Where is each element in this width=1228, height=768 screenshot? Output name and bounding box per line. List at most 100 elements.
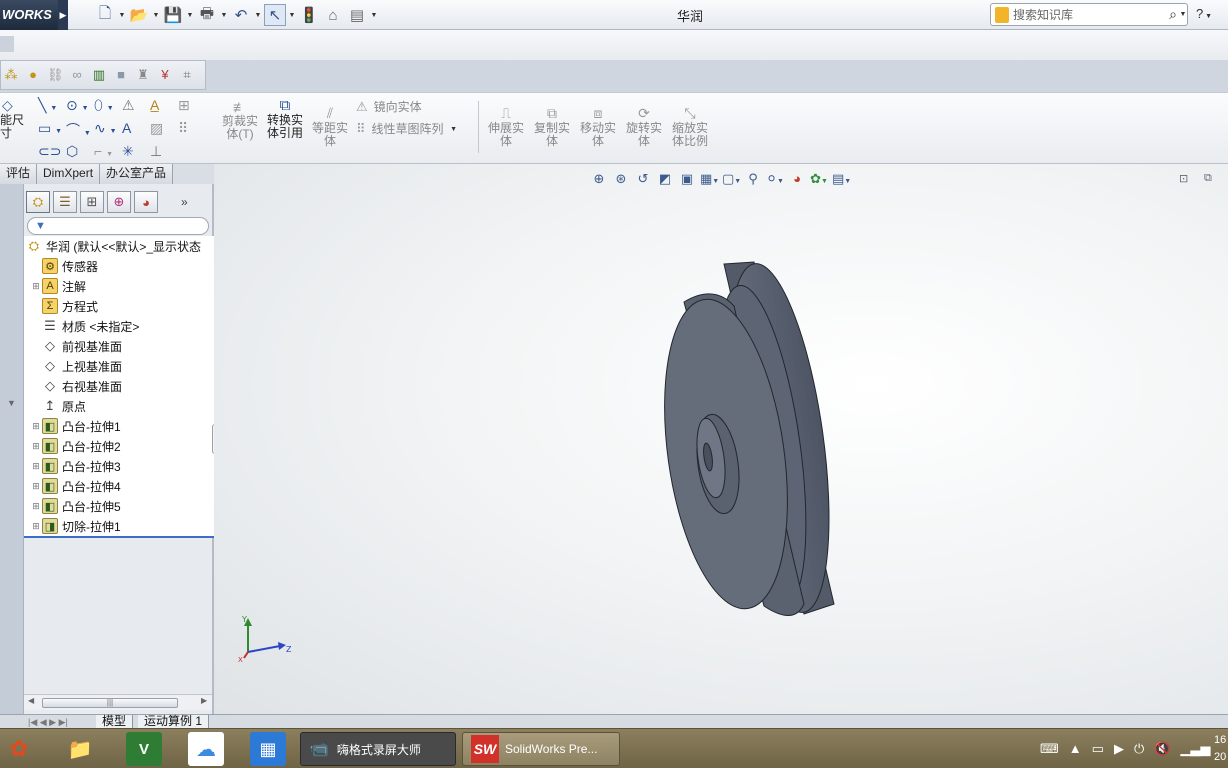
material-ball-icon[interactable]: ● [25,67,41,83]
cup-icon[interactable]: ♜ [135,67,151,83]
chain-icon[interactable]: ∞ [69,67,85,83]
smart-dimension-button[interactable]: ◇ 能尺 寸 [0,97,30,140]
dropdown-arrow-icon[interactable]: ▼ [450,126,458,133]
arc-icon[interactable]: ⌒ ▼ [66,120,94,143]
configuration-manager-tab-icon[interactable]: ⊞ [80,191,104,213]
tab-model[interactable]: 模型 [96,715,134,729]
point-icon[interactable]: ✳ [122,143,150,166]
tree-item[interactable]: Σ 方程式 [30,296,98,316]
tree-item[interactable]: ⊞ ◧ 凸台-拉伸4 [30,476,121,496]
print-icon[interactable]: 🖶 [196,4,218,26]
save-icon[interactable]: 💾 [162,4,184,26]
dimxpert-manager-tab-icon[interactable]: ⊕ [107,191,131,213]
fillet-icon[interactable]: ⌐ ▼ [94,143,122,166]
new-document-icon[interactable]: 🗋 [94,4,116,26]
tree-item[interactable]: ⊞ ◧ 凸台-拉伸5 [30,496,121,516]
scroll-thumb[interactable]: ||| [42,698,178,708]
baidu-netdisk-icon[interactable]: ☁ [188,732,224,766]
feature-manager-tab-icon[interactable]: ⛭ [26,191,50,213]
monitor-icon[interactable]: ▭ [1092,741,1104,757]
rebuild-icon[interactable]: 🚦 [298,4,320,26]
centerline-icon[interactable]: ⊥ [150,143,178,166]
collapse-arrow-icon[interactable]: ▼ [7,398,16,408]
sketch-relation-icon[interactable]: ⚠ [122,97,150,120]
circle-icon[interactable]: ⊙ ▼ [66,97,94,120]
horizontal-scrollbar[interactable]: ◀ ||| ▶ [24,694,212,710]
grid-tool-icon[interactable]: ⌗ [179,67,195,83]
viewport-split-icon[interactable]: ⧉ [1204,172,1212,185]
display-pane-icon[interactable]: ▤▼ [832,170,851,188]
dynamic-annotation-icon[interactable]: ▣ [678,170,696,188]
rectangle-icon[interactable]: ▭ ▼ [38,120,66,143]
select-cursor-icon[interactable]: ↖ [264,4,286,26]
hide-show-items-icon[interactable]: ⚲ [744,170,762,188]
dropdown-arrow-icon[interactable]: ▼ [288,12,296,19]
edit-appearance-icon[interactable]: ⚪▼ [766,170,784,188]
apply-scene-icon[interactable]: ◕ [788,170,806,188]
app-logo[interactable]: WORKS [0,0,58,30]
clock[interactable]: 16 20 [1214,732,1226,766]
zoom-to-fit-icon[interactable]: ⊕ [590,170,608,188]
expand-plus-icon[interactable]: ⊞ [30,501,42,512]
tray-expand-icon[interactable]: ▲ [1069,741,1082,757]
dropdown-arrow-icon[interactable]: ▼ [1179,11,1187,18]
expand-plus-icon[interactable]: ⊞ [30,421,42,432]
mirror-entities-button[interactable]: ⚠ 镜向实体 [356,99,422,115]
vector-app-icon[interactable]: V [126,732,162,766]
tree-item[interactable]: ◇ 右视基准面 [30,376,122,396]
polygon-icon[interactable]: ⬡ [66,143,94,166]
tree-item[interactable]: ⊞ ◧ 凸台-拉伸2 [30,436,121,456]
units-icon[interactable]: ¥ [157,67,173,83]
scroll-right-icon[interactable]: ▶ [201,696,207,705]
feature-tree-icon[interactable]: ▥ [91,67,107,83]
dropdown-arrow-icon[interactable]: ▼ [254,12,262,19]
tab-motion-study[interactable]: 运动算例 1 [138,715,210,729]
tree-item[interactable]: ⊞ ◧ 凸台-拉伸3 [30,456,121,476]
tab-evaluate[interactable]: 评估 [0,164,38,184]
line-icon[interactable]: ╲ ▼ [38,97,66,120]
property-manager-tab-icon[interactable]: ☰ [53,191,77,213]
taskbar-solidworks-button[interactable]: SW SolidWorks Pre... [462,732,620,766]
dropdown-arrow-icon[interactable]: ▼ [118,12,126,19]
expand-plus-icon[interactable]: ⊞ [30,461,42,472]
tree-root[interactable]: ⛭ 华润 (默认<<默认>_显示状态 [26,236,201,256]
display-grid-icon[interactable]: ▨ [150,120,178,143]
spline-icon[interactable]: ∿ ▼ [94,120,122,143]
move-entities-button[interactable]: ⧈ 移动实 体 [578,105,618,148]
cube-icon[interactable]: ■ [113,67,129,83]
tree-item[interactable]: ☰ 材质 <未指定> [30,316,139,336]
open-folder-icon[interactable]: 📂 [128,4,150,26]
filter-box[interactable]: ▼ [27,217,209,235]
expand-plus-icon[interactable]: ⊞ [30,481,42,492]
network-icon[interactable]: ▁▃▅ [1180,741,1210,757]
grid-snap-icon[interactable]: ⊞ [178,97,206,120]
part-model[interactable] [654,254,854,634]
keyboard-icon[interactable]: ⌨ [1040,741,1059,757]
tree-item[interactable]: ⊞ ◧ 凸台-拉伸1 [30,416,121,436]
file-properties-icon[interactable]: ⌂ [322,4,344,26]
expand-plus-icon[interactable]: ⊞ [30,521,42,532]
scroll-left-icon[interactable]: ◀ [28,696,34,705]
pattern-dots-icon[interactable]: ⠿ [178,120,206,143]
search-box[interactable]: 搜索知识库 ⌕ ▼ [990,3,1188,26]
tab-office-products[interactable]: 办公室产品 [100,164,174,184]
dropdown-arrow-icon[interactable]: ▼ [186,12,194,19]
view-orientation-icon[interactable]: ▦▼ [700,170,719,188]
sketch-text-icon[interactable]: A̲ [150,97,178,120]
trim-entities-button[interactable]: ≢ 剪裁实 体(T) [220,99,260,141]
dropdown-arrow-icon[interactable]: ▼ [220,12,228,19]
expand-tabs-icon[interactable]: » [181,195,188,209]
search-icon[interactable]: ⌕ [1169,6,1177,23]
file-explorer-icon[interactable]: 📁 [62,732,98,766]
text-icon[interactable]: A [122,120,150,143]
options-icon[interactable]: ▤ [346,4,368,26]
offset-entities-button[interactable]: ⫽ 等距实 体 [310,105,350,148]
tree-item[interactable]: ⊞ ◨ 切除-拉伸1 [30,516,121,536]
menu-arrow-icon[interactable]: ▶ [58,0,68,30]
copy-entities-button[interactable]: ⧉ 复制实 体 [532,105,572,148]
viewport-restore-icon[interactable]: ⊡ [1179,172,1188,185]
sketch-icon[interactable]: ⁂ [3,67,19,83]
display-manager-tab-icon[interactable]: ◕ [134,191,158,213]
app-grid-icon[interactable]: ▦ [250,732,286,766]
display-style-icon[interactable]: ▢▼ [722,170,741,188]
